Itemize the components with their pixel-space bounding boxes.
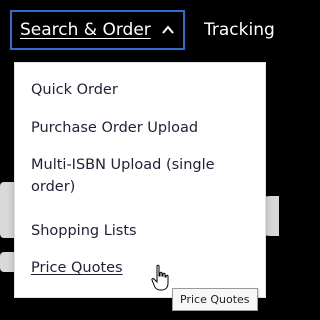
hand-cursor-icon (151, 264, 169, 291)
menu-item-shopping-lists[interactable]: Shopping Lists (31, 220, 255, 242)
menu-item-label: Purchase Order Upload (31, 120, 199, 136)
menu-item-label: Shopping Lists (31, 223, 137, 239)
menu-item-quick-order[interactable]: Quick Order (31, 79, 255, 101)
tooltip-text: Price Quotes (180, 293, 250, 306)
nav-search-and-order[interactable]: Search & Order (10, 10, 185, 50)
tooltip: Price Quotes (172, 288, 258, 311)
menu-item-price-quotes[interactable]: Price Quotes (31, 257, 255, 279)
chevron-up-icon (162, 25, 174, 34)
nav-search-and-order-label: Search & Order (20, 20, 151, 40)
top-navigation: Search & Order Tracking (0, 0, 279, 62)
nav-tracking-label: Tracking (204, 20, 275, 40)
nav-tracking[interactable]: Tracking (204, 10, 275, 50)
menu-item-label: Quick Order (31, 82, 118, 98)
menu-item-label: Multi-ISBN Upload (single order) (31, 157, 215, 195)
search-order-dropdown: Quick Order Purchase Order Upload Multi-… (14, 62, 266, 298)
page: Search & Order Tracking Quick Order Purc… (0, 0, 279, 320)
menu-item-label: Price Quotes (31, 260, 123, 276)
menu-item-purchase-order-upload[interactable]: Purchase Order Upload (31, 117, 255, 139)
menu-item-multi-isbn-upload[interactable]: Multi-ISBN Upload (single order) (31, 154, 255, 198)
